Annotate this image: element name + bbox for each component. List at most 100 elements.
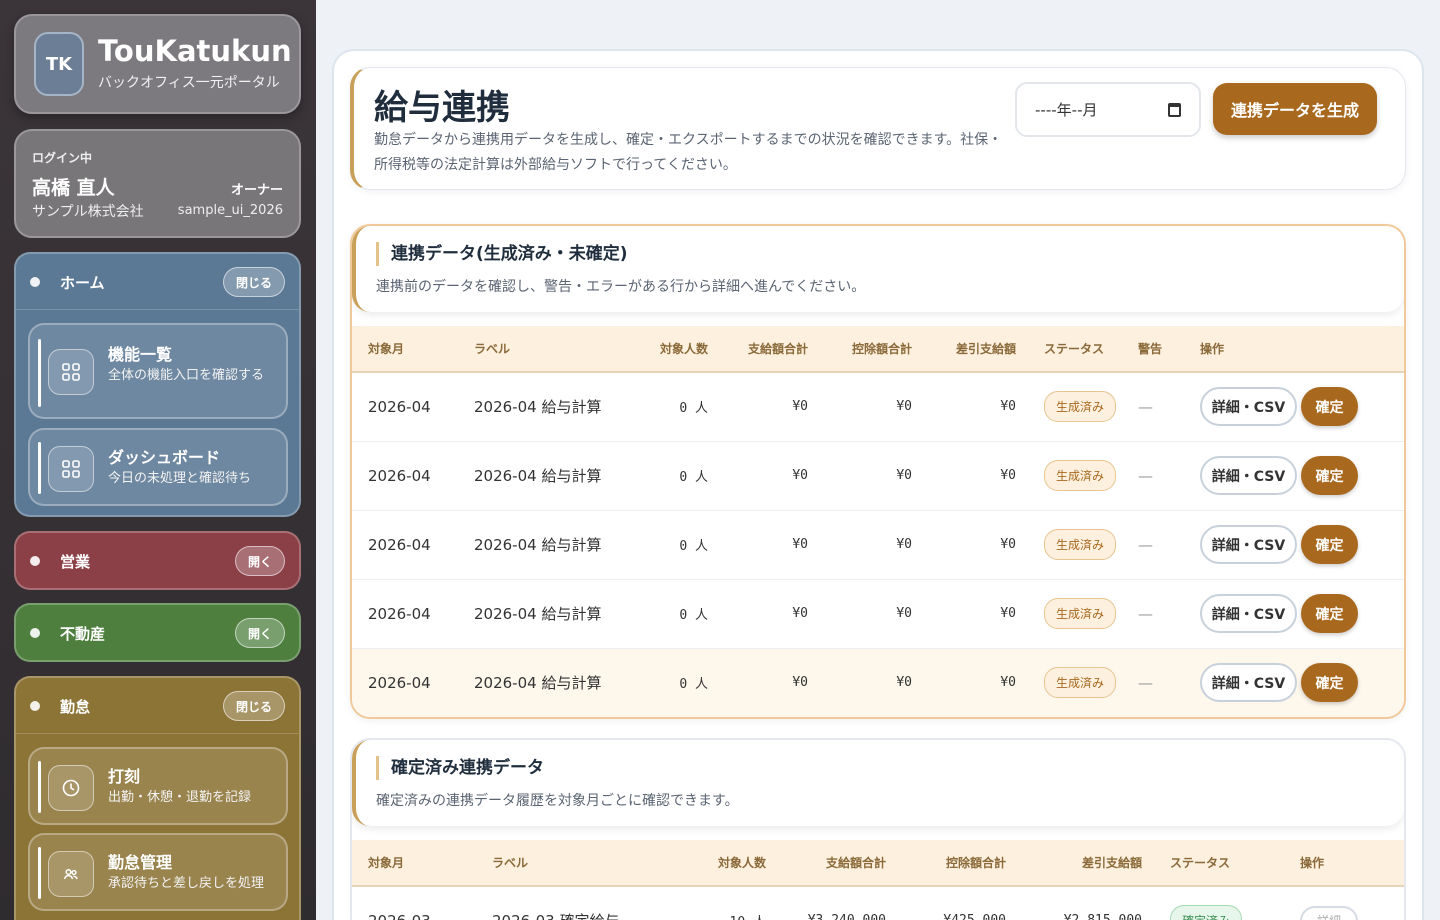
table-header-row: 対象月 ラベル 対象人数 支給額合計 控除額合計 差引支給額 ステータス 操作 bbox=[352, 840, 1404, 887]
nav-item-title: 機能一覧 bbox=[108, 345, 173, 364]
month-picker[interactable]: ----年--月 bbox=[1015, 82, 1201, 137]
table-cell-ops: 詳細・CSV 確定 bbox=[1186, 648, 1404, 717]
col-header: 操作 bbox=[1186, 326, 1404, 373]
table-row: 2026-04 2026-04 給与計算 0 人 ¥0 ¥0 ¥0 生成済み — 詳細・CSV 確… bbox=[352, 510, 1404, 580]
grid-icon bbox=[48, 446, 94, 492]
confirm-button[interactable]: 確定 bbox=[1301, 525, 1358, 564]
table-cell-ops: 詳細・CSV 確定 bbox=[1186, 441, 1404, 511]
table-cell-net: ¥0 bbox=[912, 372, 1016, 442]
status-badge: 生成済み bbox=[1044, 598, 1117, 629]
group-dot bbox=[30, 701, 40, 711]
table-cell-deduct: ¥0 bbox=[808, 648, 912, 717]
tenant-id: sample_ui_2026 bbox=[177, 203, 283, 218]
table-cell-net: ¥0 bbox=[912, 510, 1016, 580]
active-bar bbox=[38, 442, 41, 494]
section-header: 連携データ(生成済み・未確定) 連携前のデータを確認し、警告・エラーがある行から… bbox=[352, 226, 1404, 312]
company-name: サンプル株式会社 bbox=[32, 204, 144, 220]
confirm-button[interactable]: 確定 bbox=[1301, 594, 1358, 633]
group-toggle-button[interactable]: 開く bbox=[234, 546, 285, 576]
table-cell-month: 2026-04 bbox=[352, 510, 458, 580]
col-header: ステータス bbox=[1142, 840, 1272, 887]
col-header: ステータス bbox=[1016, 326, 1128, 373]
status-badge: 生成済み bbox=[1044, 529, 1117, 560]
confirmed-section: 確定済み連携データ 確定済みの連携データ履歴を対象月ごとに確認できます。 対象月… bbox=[350, 738, 1406, 920]
logo-badge: TK bbox=[34, 32, 84, 96]
table-cell-people: 0 人 bbox=[624, 372, 708, 442]
detail-csv-button[interactable]: 詳細・CSV bbox=[1200, 456, 1297, 495]
pending-table: 対象月 ラベル 対象人数 支給額合計 控除額合計 差引支給額 ステータス 警告 … bbox=[352, 326, 1404, 717]
status-badge: 確定済み bbox=[1170, 905, 1243, 920]
nav-item-attendance-management[interactable]: 勤怠管理 承認待ちと差し戻しを処理 bbox=[28, 833, 288, 911]
nav-group-header-real-estate[interactable]: 不動産 開く bbox=[16, 605, 299, 660]
nav-item-title: ダッシュボード bbox=[108, 448, 221, 467]
nav-item-desc: 今日の未処理と確認待ち bbox=[108, 471, 252, 486]
status-badge: 生成済み bbox=[1044, 391, 1117, 423]
table-cell-people: 10 人 bbox=[660, 886, 766, 920]
status-badge: 生成済み bbox=[1044, 667, 1117, 698]
table-cell-people: 0 人 bbox=[624, 579, 708, 649]
detail-csv-button[interactable]: 詳細・CSV bbox=[1200, 594, 1297, 633]
col-header: 差引支給額 bbox=[912, 326, 1016, 373]
nav-group-header-home[interactable]: ホーム 閉じる bbox=[16, 254, 299, 310]
table-row: 2026-04 2026-04 給与計算 0 人 ¥0 ¥0 ¥0 生成済み — 詳細・CSV 確… bbox=[352, 648, 1404, 717]
nav-group-attendance: 勤怠 閉じる 打刻 出勤・休憩・退勤を記録 勤怠管理 承認待ちと差し戻しを処理 bbox=[14, 676, 301, 920]
col-header: 対象月 bbox=[352, 840, 476, 887]
table-cell-label: 2026-04 給与計算 bbox=[458, 372, 624, 442]
table-cell-status: 生成済み bbox=[1016, 648, 1128, 717]
table-cell-status: 生成済み bbox=[1016, 441, 1128, 511]
table-cell-warning: — bbox=[1128, 510, 1186, 580]
clock-icon bbox=[48, 765, 94, 811]
col-header: 差引支給額 bbox=[1006, 840, 1142, 887]
detail-csv-button[interactable]: 詳細・CSV bbox=[1200, 387, 1297, 427]
table-row: 2026-04 2026-04 給与計算 0 人 ¥0 ¥0 ¥0 生成済み — 詳細・CSV 確… bbox=[352, 579, 1404, 649]
nav-item-clock-in[interactable]: 打刻 出勤・休憩・退勤を記録 bbox=[28, 747, 288, 825]
table-cell-pay: ¥3,240,000 bbox=[766, 886, 886, 920]
table-cell-month: 2026-03 bbox=[352, 886, 476, 920]
users-icon bbox=[48, 851, 94, 897]
nav-item-feature-list[interactable]: 機能一覧 全体の機能入口を確認する bbox=[28, 323, 288, 419]
month-placeholder: ----年--月 bbox=[1035, 101, 1098, 119]
section-description: 連携前のデータを確認し、警告・エラーがある行から詳細へ進んでください。 bbox=[376, 279, 866, 295]
nav-group-title: ホーム bbox=[60, 274, 105, 292]
detail-button[interactable]: 詳細 bbox=[1300, 905, 1358, 920]
confirm-button[interactable]: 確定 bbox=[1301, 456, 1358, 495]
sidebar: TK TouKatukun バックオフィス一元ポータル ログイン中 高橋 直人 … bbox=[0, 0, 316, 920]
nav-group-title: 勤怠 bbox=[60, 698, 91, 716]
active-bar bbox=[38, 339, 41, 407]
confirm-button[interactable]: 確定 bbox=[1301, 387, 1358, 427]
group-dot bbox=[30, 277, 40, 287]
status-badge: 生成済み bbox=[1044, 460, 1117, 491]
table-cell-warning: — bbox=[1128, 648, 1186, 717]
table-cell-pay: ¥0 bbox=[708, 579, 808, 649]
table-cell-warning: — bbox=[1128, 579, 1186, 649]
group-toggle-button[interactable]: 開く bbox=[234, 618, 285, 648]
login-label: ログイン中 bbox=[32, 151, 93, 165]
table-cell-month: 2026-04 bbox=[352, 372, 458, 442]
nav-item-title: 打刻 bbox=[108, 767, 141, 786]
table-cell-warning: — bbox=[1128, 441, 1186, 511]
col-header: 支給額合計 bbox=[708, 326, 808, 373]
nav-group-header-sales[interactable]: 営業 開く bbox=[16, 533, 299, 588]
group-toggle-button[interactable]: 閉じる bbox=[222, 267, 285, 297]
nav-item-desc: 出勤・休憩・退勤を記録 bbox=[108, 790, 252, 805]
col-header: 操作 bbox=[1272, 840, 1404, 887]
col-header: 控除額合計 bbox=[808, 326, 912, 373]
calendar-icon[interactable] bbox=[1168, 103, 1181, 117]
table-cell-deduct: ¥0 bbox=[808, 579, 912, 649]
grid-icon bbox=[48, 349, 94, 395]
generate-data-button[interactable]: 連携データを生成 bbox=[1213, 83, 1377, 135]
table-cell-label: 2026-03 確定給与 bbox=[476, 886, 660, 920]
active-bar bbox=[38, 761, 41, 813]
table-cell-status: 生成済み bbox=[1016, 510, 1128, 580]
nav-group-header-attendance[interactable]: 勤怠 閉じる bbox=[16, 678, 299, 734]
detail-csv-button[interactable]: 詳細・CSV bbox=[1200, 663, 1297, 702]
confirm-button[interactable]: 確定 bbox=[1301, 663, 1358, 702]
warning-value: — bbox=[1138, 673, 1153, 692]
group-toggle-button[interactable]: 閉じる bbox=[222, 691, 285, 721]
brand-card[interactable]: TK TouKatukun バックオフィス一元ポータル bbox=[14, 14, 301, 114]
col-header: ラベル bbox=[458, 326, 624, 373]
section-title: 確定済み連携データ bbox=[376, 756, 544, 780]
col-header: 対象月 bbox=[352, 326, 458, 373]
nav-item-dashboard[interactable]: ダッシュボード 今日の未処理と確認待ち bbox=[28, 428, 288, 506]
detail-csv-button[interactable]: 詳細・CSV bbox=[1200, 525, 1297, 564]
